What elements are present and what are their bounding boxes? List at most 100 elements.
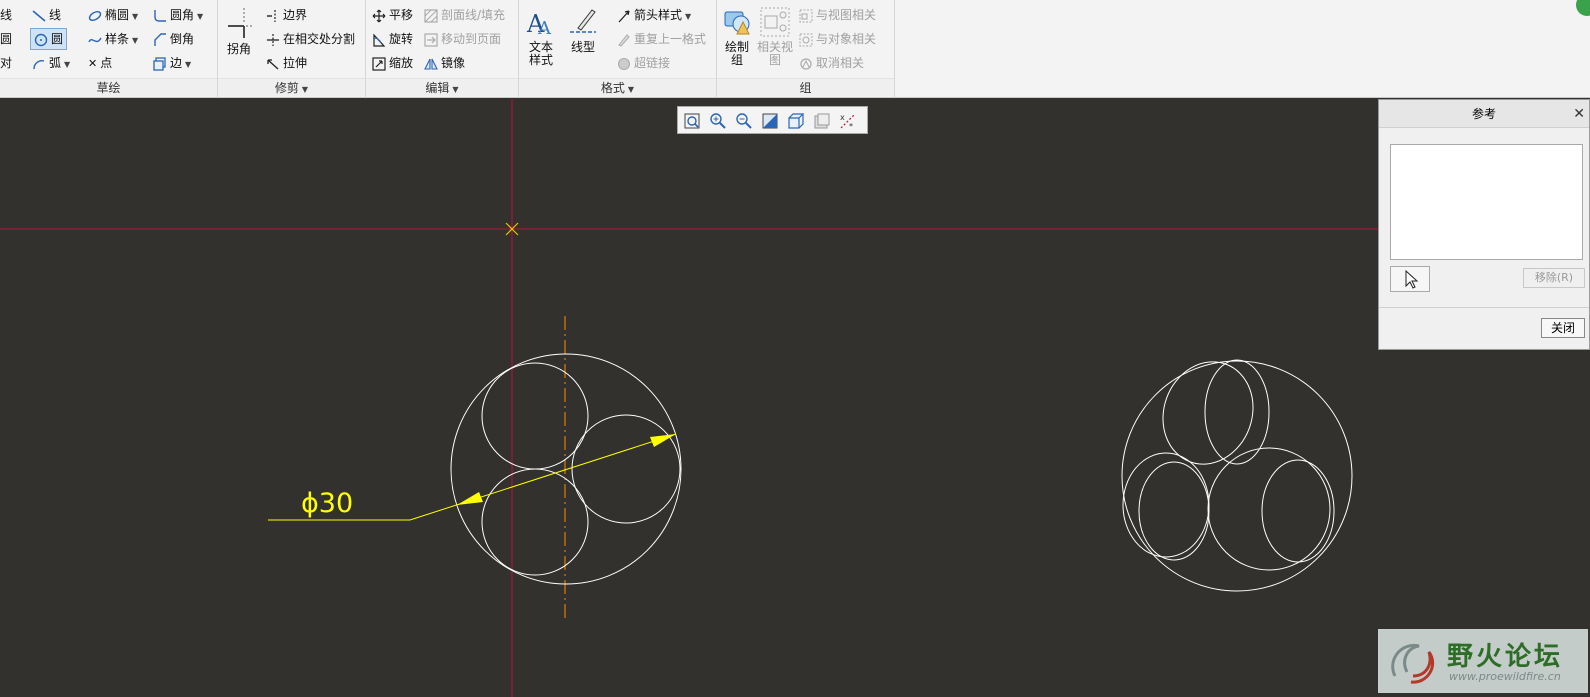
drawing-canvas[interactable]: ϕ30 <box>0 99 1590 697</box>
chamfer-icon <box>154 32 166 46</box>
boundary-button[interactable]: 边界 <box>266 4 307 26</box>
hyperlink-button[interactable]: 超链接 <box>617 52 670 74</box>
ellipse-bottom-right <box>1261 459 1335 563</box>
scale-button[interactable]: 缩放 <box>372 52 413 74</box>
point-icon: ✕ <box>88 57 98 70</box>
group-group-label: 组 <box>717 78 894 96</box>
saved-views-icon[interactable] <box>812 111 832 131</box>
move-icon <box>372 9 386 22</box>
edge-icon <box>153 56 166 71</box>
unrelate-button[interactable]: 取消相关 <box>799 52 864 74</box>
ellipse-icon <box>88 10 102 21</box>
move-to-page-icon <box>424 32 438 47</box>
arrow-style-button[interactable]: 箭头样式 ▼ <box>617 4 691 26</box>
trim-group: 拐角 边界 在相交处分割 拉伸 修剪 ▼ <box>218 0 366 98</box>
relate-to-object-button[interactable]: 与对象相关 <box>799 28 876 50</box>
trim-group-label[interactable]: 修剪 ▼ <box>218 78 365 96</box>
corner-icon <box>228 8 253 38</box>
line-icon <box>32 9 46 22</box>
datum-display-icon[interactable]: x* <box>838 111 858 131</box>
panel-divider <box>1379 307 1589 308</box>
chevron-down-icon: ▼ <box>185 60 192 69</box>
hatch-fill-button[interactable]: 剖面线/填充 <box>424 4 505 26</box>
edge-button[interactable]: 边 ▼ <box>153 52 191 74</box>
line-style-icon <box>570 9 596 33</box>
divide-at-intersection-button[interactable]: 在相交处分割 <box>266 28 355 50</box>
format-group-label[interactable]: 格式 ▼ <box>519 78 716 96</box>
display-style-icon[interactable] <box>786 111 806 131</box>
circle-button[interactable]: 圆 <box>30 28 68 50</box>
repaint-icon[interactable] <box>760 111 780 131</box>
symmetric-command-partial[interactable]: 对 <box>0 52 12 74</box>
watermark-url: www.proewildfire.cn <box>1449 670 1561 683</box>
corner-button[interactable]: 拐角 <box>222 6 256 56</box>
inner-circle-top <box>481 362 589 470</box>
draw-group-button[interactable]: 绘制 组 <box>721 6 753 67</box>
stretch-icon <box>267 58 279 69</box>
dimension-arrow-inner <box>457 492 483 505</box>
status-indicator <box>1576 0 1590 16</box>
line-command-partial[interactable]: 线 <box>0 4 12 26</box>
scale-icon <box>372 56 386 71</box>
arc-button[interactable]: 弧 ▼ <box>32 52 70 74</box>
group-group: 绘制 组 相关视 图 与视图相关 与对象相关 取消相关 组 <box>717 0 895 98</box>
close-button[interactable]: 关闭 <box>1541 318 1585 338</box>
close-icon[interactable]: ✕ <box>1573 106 1585 122</box>
edit-group: 平移 旋转 缩放 剖面线/填充 移动到页面 镜像 编辑 ▼ <box>366 0 519 98</box>
relate-object-icon <box>799 33 813 46</box>
watermark-title: 野火论坛 <box>1447 642 1564 672</box>
relate-to-view-button[interactable]: 与视图相关 <box>799 4 876 26</box>
ellipse-button[interactable]: 椭圆 ▼ <box>88 4 138 26</box>
remove-button[interactable]: 移除(R) <box>1523 268 1585 288</box>
left-circle-group[interactable] <box>450 353 682 585</box>
reference-list[interactable] <box>1390 144 1583 260</box>
chevron-down-icon: ▼ <box>452 85 459 94</box>
chevron-down-icon: ▼ <box>685 12 692 21</box>
circle-bottom-right <box>1207 447 1331 571</box>
mirror-button[interactable]: 镜像 <box>424 52 465 74</box>
right-circle-group[interactable] <box>1121 349 1353 592</box>
cursor-arrow-icon <box>1405 269 1419 289</box>
svg-text:A: A <box>537 18 552 38</box>
repeat-format-button[interactable]: 重复上一格式 <box>617 28 706 50</box>
fillet-button[interactable]: 圆角 ▼ <box>153 4 203 26</box>
unrelate-icon <box>800 57 812 70</box>
text-style-icon: AA <box>526 10 552 39</box>
dimension-text: ϕ30 <box>301 488 353 519</box>
inner-circle-right <box>571 414 681 524</box>
divide-icon <box>267 33 279 46</box>
boundary-icon <box>267 9 276 22</box>
forum-logo-icon <box>1391 643 1435 684</box>
translate-button[interactable]: 平移 <box>372 4 413 26</box>
rotate-button[interactable]: 旋转 <box>372 28 413 50</box>
relate-view-icon <box>799 9 813 22</box>
text-style-button[interactable]: AA 文本 样式 <box>523 6 559 67</box>
line-style-button[interactable]: 线型 <box>563 6 603 54</box>
view-toolbar: x * <box>677 106 868 134</box>
zoom-out-icon[interactable] <box>734 111 754 131</box>
select-reference-button[interactable] <box>1390 266 1430 292</box>
outer-circle <box>1121 360 1353 592</box>
chamfer-button[interactable]: 倒角 <box>153 28 194 50</box>
draw-group-icon <box>724 11 750 35</box>
zoom-in-icon[interactable] <box>708 111 728 131</box>
arc-icon <box>33 59 45 69</box>
point-button[interactable]: ✕ 点 <box>88 52 112 74</box>
diameter-dimension[interactable]: ϕ30 <box>268 433 677 521</box>
rotate-icon <box>373 32 386 47</box>
chevron-down-icon: ▼ <box>132 12 139 21</box>
edit-group-label[interactable]: 编辑 ▼ <box>366 78 518 96</box>
chevron-down-icon: ▼ <box>627 85 635 94</box>
svg-text:*: * <box>849 122 853 131</box>
circle-command-partial[interactable]: 圆 <box>0 28 12 50</box>
ellipse-top-left <box>1162 361 1254 465</box>
panel-title: 参考 <box>1379 100 1589 128</box>
circle-icon <box>34 33 48 46</box>
related-view-button[interactable]: 相关视 图 <box>755 6 795 67</box>
refit-icon[interactable] <box>682 111 702 131</box>
sketch-group-label: 草绘 <box>0 78 217 96</box>
line-button[interactable]: 线 <box>32 4 61 26</box>
stretch-button[interactable]: 拉伸 <box>266 52 307 74</box>
spline-button[interactable]: 样条 ▼ <box>88 28 138 50</box>
move-to-page-button[interactable]: 移动到页面 <box>424 28 501 50</box>
